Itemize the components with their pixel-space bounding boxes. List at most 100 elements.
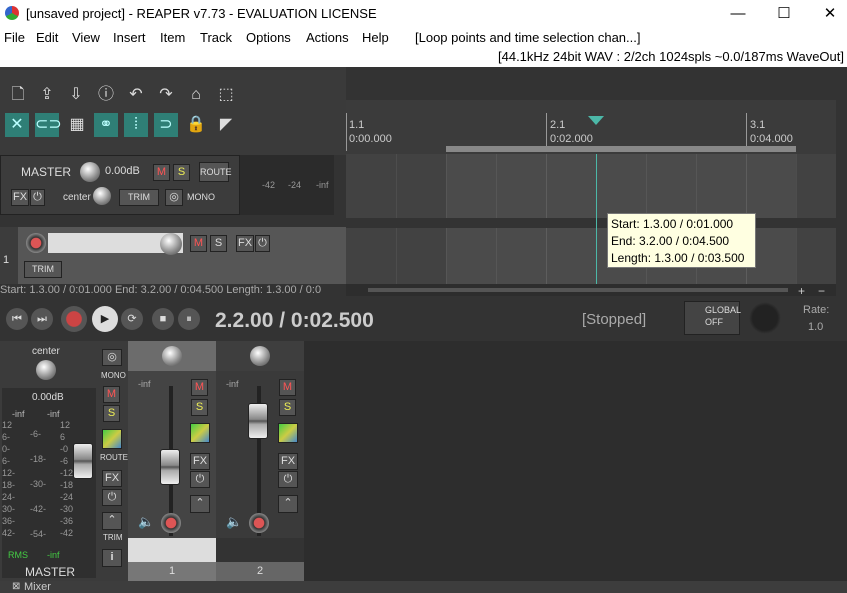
master-trim-button[interactable]: TRIM (119, 189, 159, 206)
master-playrate-knob[interactable] (749, 302, 781, 334)
project-settings-icon[interactable]: ⓘ (94, 83, 118, 107)
mixer-master-fx-bypass-icon[interactable]: ⏻ (102, 489, 122, 506)
mixer-strip-2-record-arm-button[interactable] (249, 513, 269, 533)
auto-crossfade-icon[interactable]: ⊃ (154, 113, 178, 137)
menu-actions[interactable]: Actions (306, 30, 349, 45)
master-volume-knob[interactable] (80, 162, 100, 182)
master-solo-button[interactable]: S (173, 164, 190, 181)
master-peak-left: -inf (12, 409, 25, 419)
crossfade-editor-icon[interactable]: ◤ (214, 113, 238, 137)
master-mono-icon[interactable]: ◎ (165, 189, 183, 206)
ripple-edit-icon[interactable]: ✕ (5, 113, 29, 137)
menu-view[interactable]: View (72, 30, 100, 45)
mixer-strip-1-fx-bypass-icon[interactable]: ⏻ (190, 471, 210, 488)
mixer-master-solo-button[interactable]: S (103, 405, 120, 422)
track-1-trim-button[interactable]: TRIM (24, 261, 62, 278)
zoom-in-icon[interactable]: + (798, 284, 805, 298)
mixer-master-fader[interactable] (73, 443, 93, 479)
mixer-strip-2-speaker-icon[interactable]: 🔈 (226, 514, 242, 530)
mixer-mono-icon[interactable]: ◎ (102, 349, 122, 366)
track-1-mute-button[interactable]: M (190, 235, 207, 252)
mixer-master-route-icon[interactable] (102, 429, 122, 449)
mixer-master-fx-button[interactable]: FX (102, 470, 122, 487)
undo-icon[interactable]: ↶ (124, 83, 148, 107)
go-to-start-button[interactable]: ⏮ (6, 308, 28, 330)
save-project-icon[interactable]: ⇩ (64, 83, 88, 107)
locking-link-icon[interactable]: ⚭ (94, 113, 118, 137)
master-fx-bypass-icon[interactable]: ⏻ (30, 189, 45, 206)
record-button[interactable] (61, 306, 87, 332)
mixer-info-button[interactable]: i (102, 549, 122, 567)
timeline-ruler[interactable]: 1.1 0:00.000 2.1 0:02.000 3.1 0:04.000 (346, 100, 836, 154)
pause-button[interactable]: ⏸ (178, 308, 200, 330)
grid-toggle-icon[interactable]: ⬚ (214, 83, 238, 107)
audio-device-status[interactable]: [44.1kHz 24bit WAV : 2/2ch 1024spls ~0.0… (498, 49, 844, 64)
rate-value[interactable]: 1.0 (808, 321, 823, 333)
mixer-strip-2-mute-button[interactable]: M (279, 379, 296, 396)
master-mute-button[interactable]: M (153, 164, 170, 181)
playhead-marker[interactable] (588, 116, 604, 125)
maximize-button[interactable]: ☐ (761, 0, 807, 28)
menu-options[interactable]: Options (246, 30, 291, 45)
mixer-strip-2-pan-knob[interactable] (250, 346, 270, 366)
mixer-master-trim-icon[interactable]: ⌃ (102, 512, 122, 530)
close-button[interactable]: ✕ (807, 0, 847, 28)
mixer-tab[interactable]: Mixer (24, 581, 51, 593)
track-1-volume-knob[interactable] (160, 233, 182, 255)
menu-item[interactable]: Item (160, 30, 185, 45)
menu-file[interactable]: File (4, 30, 25, 45)
play-button[interactable]: ▶ (92, 306, 118, 332)
mixer-strip-2-trim-icon[interactable]: ⌃ (278, 495, 298, 513)
mixer-strip-1-route-icon[interactable] (190, 423, 210, 443)
track-1-solo-button[interactable]: S (210, 235, 227, 252)
zoom-out-icon[interactable]: − (818, 284, 825, 298)
repeat-button[interactable]: ⟳ (121, 308, 143, 330)
new-project-icon[interactable]: 🗋 (6, 83, 30, 107)
item-grouping-icon[interactable]: ⊂⊃ (35, 113, 62, 137)
mixer-strip-1-name-field[interactable] (128, 538, 216, 562)
arrange-view[interactable] (346, 154, 836, 284)
horizontal-scrollbar[interactable] (346, 284, 836, 296)
transport-position[interactable]: 2.2.00 / 0:02.500 (215, 309, 374, 333)
mixer-strip-1-mute-button[interactable]: M (191, 379, 208, 396)
master-pan-knob[interactable] (93, 187, 111, 205)
mixer-strip-2-route-icon[interactable] (278, 423, 298, 443)
go-to-end-button[interactable]: ⏭ (31, 308, 53, 330)
stop-button[interactable]: ■ (152, 308, 174, 330)
mixer-strip-1-fx-button[interactable]: FX (190, 453, 210, 470)
track-1-panel[interactable]: M S FX ⏻ TRIM (18, 227, 346, 284)
mixer-strip-1-trim-icon[interactable]: ⌃ (190, 495, 210, 513)
mixer-master-mute-button[interactable]: M (103, 386, 120, 403)
time-selection-bar[interactable] (446, 146, 796, 152)
menu-help[interactable]: Help (362, 30, 389, 45)
mixer-strip-2-name-field[interactable] (216, 538, 304, 562)
open-project-icon[interactable]: ⇪ (35, 83, 59, 107)
mixer-strip-2-fx-bypass-icon[interactable]: ⏻ (278, 471, 298, 488)
menu-insert[interactable]: Insert (113, 30, 146, 45)
mixer-strip-1-solo-button[interactable]: S (191, 399, 208, 416)
master-fx-button[interactable]: FX (11, 189, 29, 206)
lock-icon[interactable]: 🔒 (184, 113, 208, 137)
master-route-button[interactable]: ROUTE (199, 162, 232, 182)
mixer-strip-2-solo-button[interactable]: S (279, 399, 296, 416)
mixer-strip-1-speaker-icon[interactable]: 🔈 (138, 514, 154, 530)
global-automation-button[interactable]: GLOBAL OFF (684, 301, 741, 335)
menu-track[interactable]: Track (200, 30, 232, 45)
menu-edit[interactable]: Edit (36, 30, 58, 45)
vertical-scrollbar[interactable] (836, 154, 847, 284)
mixer-strip-1-fader[interactable] (160, 449, 180, 485)
mixer-strip-2-fx-button[interactable]: FX (278, 453, 298, 470)
track-1-fx-button[interactable]: FX (236, 235, 254, 252)
track-1-record-arm-button[interactable] (26, 233, 46, 253)
minimize-button[interactable]: — (715, 0, 761, 28)
close-dock-icon[interactable]: ⊠ (12, 581, 20, 592)
mixer-strip-1-record-arm-button[interactable] (161, 513, 181, 533)
mixer-strip-2-fader[interactable] (248, 403, 268, 439)
track-1-fx-bypass-icon[interactable]: ⏻ (255, 235, 270, 252)
mixer-strip-1-pan-knob[interactable] (162, 346, 182, 366)
mixer-master-pan-knob[interactable] (36, 360, 56, 380)
snap-grid-icon[interactable]: ▦ (65, 113, 89, 137)
envelope-points-icon[interactable]: ⦙ (124, 113, 148, 137)
metronome-icon[interactable]: ⌂ (184, 83, 208, 107)
redo-icon[interactable]: ↷ (154, 83, 178, 107)
